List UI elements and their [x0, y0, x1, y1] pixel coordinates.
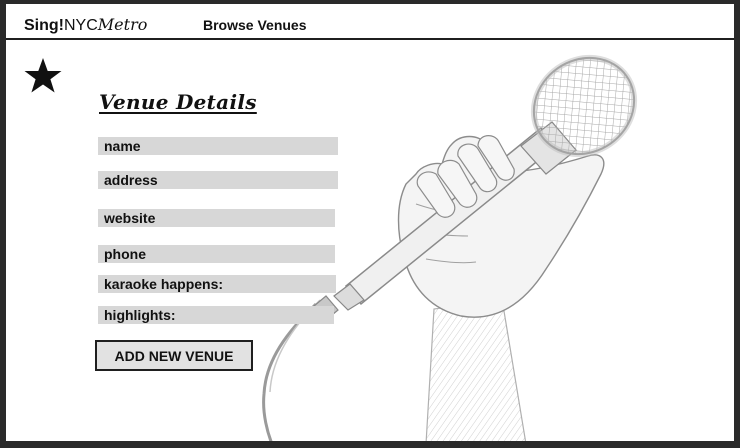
address-field[interactable] [98, 171, 338, 189]
name-field[interactable] [98, 137, 338, 155]
karaoke-happens-field[interactable] [98, 275, 336, 293]
brand-logo[interactable]: Sing!NYCMetro [24, 15, 147, 35]
highlights-field[interactable] [98, 306, 334, 324]
brand-logo-nyc: NYC [64, 17, 98, 34]
top-navigation-bar: Sing!NYCMetro Browse Venues [6, 4, 734, 40]
venue-details-title: Venue Details [99, 90, 257, 114]
brand-logo-sing: Sing! [24, 17, 64, 34]
website-field[interactable] [98, 209, 335, 227]
browse-venues-link[interactable]: Browse Venues [203, 17, 307, 33]
phone-field[interactable] [98, 245, 335, 263]
brand-logo-metro: Metro [97, 15, 148, 34]
add-new-venue-button[interactable]: ADD NEW VENUE [95, 340, 253, 371]
star-icon[interactable] [23, 56, 63, 96]
app-frame: Sing!NYCMetro Browse Venues Venue Detail… [6, 4, 734, 441]
